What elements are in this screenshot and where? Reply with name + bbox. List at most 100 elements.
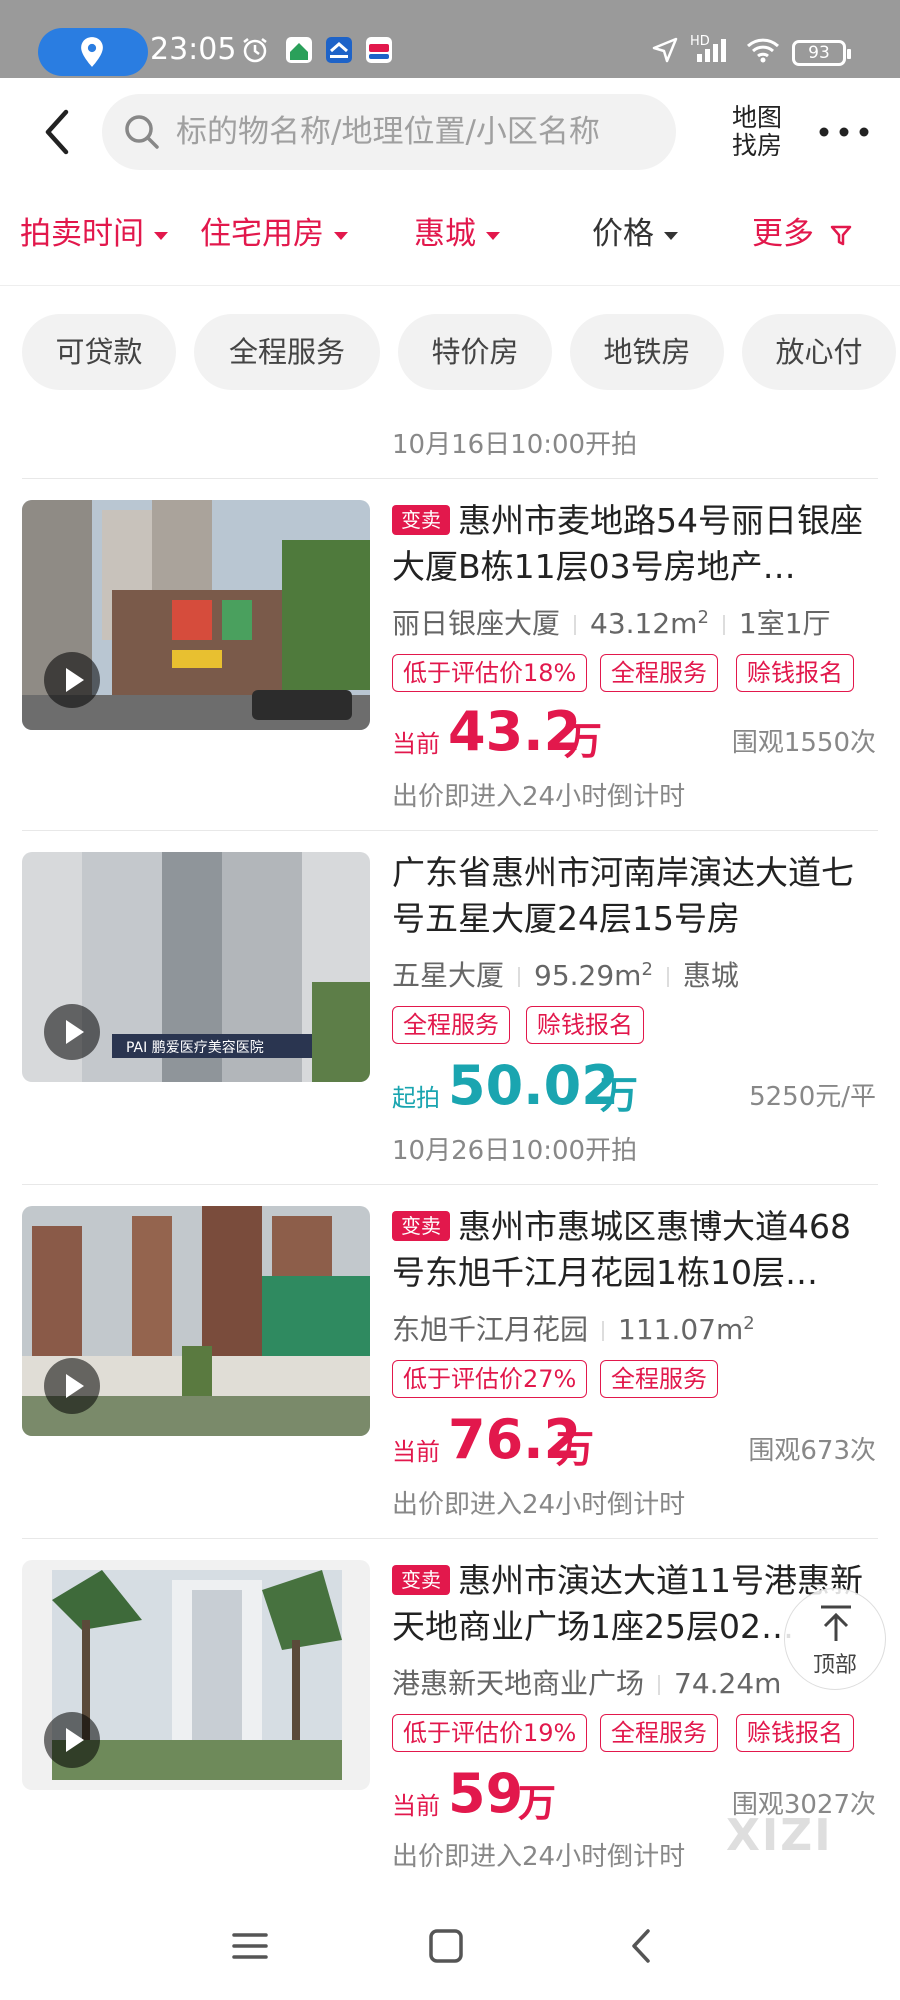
filter-label: 惠城 (414, 216, 476, 252)
play-video-icon[interactable] (44, 1358, 100, 1414)
community-name: 丽日银座大厦 (392, 607, 561, 640)
back-to-top-label: 顶部 (812, 1653, 857, 1678)
area-superscript: 2 (697, 607, 709, 628)
back-arrow-icon[interactable] (38, 104, 78, 160)
price-unit: 万 (518, 1781, 557, 1825)
badge-credit-signup: 赊钱报名 (736, 654, 854, 692)
current-price: 43.2 (448, 700, 582, 763)
chip-loanable[interactable]: 可贷款 (22, 314, 176, 390)
more-options-icon[interactable] (816, 122, 872, 142)
price-unit: 万 (600, 1073, 639, 1117)
community-name: 东旭千江月花园 (392, 1313, 589, 1346)
location-pin-icon (81, 37, 103, 67)
listing-title[interactable]: 变卖 惠州市麦地路54号丽日银座大厦B栋11层03号房地产… (392, 498, 872, 590)
home-icon[interactable] (426, 1926, 466, 1966)
back-to-top-button[interactable]: 顶部 (784, 1588, 886, 1690)
map-label-line2: 找房 (731, 131, 782, 160)
listing-title[interactable]: 广东省惠州市河南岸演达大道七号五星大厦24层15号房 (392, 850, 872, 942)
filter-price[interactable]: 价格 (592, 212, 678, 256)
countdown-note: 出价即进入24小时倒计时 (392, 782, 686, 812)
floor-area: 95.29m (534, 959, 642, 992)
map-label-line1: 地图 (731, 103, 782, 132)
play-video-icon[interactable] (44, 1004, 100, 1060)
search-bar[interactable] (102, 94, 676, 170)
listing-title-text: 惠州市惠城区惠博大道468号东旭千江月花园1栋10层… (392, 1207, 851, 1292)
district: 惠城 (682, 959, 739, 992)
listing-thumbnail[interactable] (22, 1560, 370, 1790)
meta-separator (666, 967, 669, 987)
system-navigation-bar (0, 1890, 900, 2000)
floor-area: 74.24m (674, 1667, 782, 1700)
community-name: 港惠新天地商业广场 (392, 1667, 645, 1700)
caret-down-icon (154, 231, 168, 240)
meta-separator (574, 615, 577, 635)
clearance-sale-tag: 变卖 (392, 505, 450, 535)
arrow-up-icon (821, 1605, 851, 1641)
meta-separator (602, 1321, 605, 1341)
unit-price: 5250元/平 (749, 1082, 876, 1112)
area-superscript: 2 (743, 1313, 755, 1334)
badge-full-service: 全程服务 (600, 1360, 718, 1398)
filter-label: 更多 (752, 216, 814, 252)
view-count: 围观673次 (748, 1436, 876, 1466)
meta-separator (518, 967, 521, 987)
badge-below-valuation: 低于评估价18% (392, 654, 588, 692)
price-label: 当前 (392, 730, 440, 758)
price-label: 起拍 (392, 1084, 440, 1112)
location-indicator[interactable] (38, 28, 148, 76)
signal-icon (697, 39, 726, 62)
play-video-icon[interactable] (44, 652, 100, 708)
caret-down-icon (486, 231, 500, 240)
app-icon-2 (326, 37, 352, 63)
room-layout: 1室1厅 (738, 607, 831, 640)
meta-separator (658, 1675, 661, 1695)
back-icon[interactable] (622, 1926, 662, 1966)
listing-meta: 港惠新天地商业广场 74.24m (392, 1662, 781, 1702)
listing-thumbnail[interactable] (22, 500, 370, 730)
price-label: 当前 (392, 1792, 440, 1820)
divider (22, 1184, 878, 1185)
badge-below-valuation: 低于评估价27% (392, 1360, 588, 1398)
starting-price: 50.02 (448, 1054, 619, 1117)
chip-full-service[interactable]: 全程服务 (194, 314, 380, 390)
filter-more[interactable]: 更多 (752, 212, 852, 256)
chip-secure-pay[interactable]: 放心付 (742, 314, 896, 390)
countdown-note: 出价即进入24小时倒计时 (392, 1842, 686, 1872)
listing-title-text: 惠州市麦地路54号丽日银座大厦B栋11层03号房地产… (392, 501, 863, 586)
caret-down-icon (664, 231, 678, 240)
listing-meta: 丽日银座大厦 43.12m2 1室1厅 (392, 602, 831, 642)
filter-property-type[interactable]: 住宅用房 (200, 212, 348, 256)
status-bar: 23:05 HD 93 (0, 0, 900, 78)
listing-thumbnail[interactable]: PAI 鹏爱医疗美容医院 (22, 852, 370, 1082)
listing-title-text: 广东省惠州市河南岸演达大道七号五星大厦24层15号房 (392, 853, 854, 938)
chip-metro[interactable]: 地铁房 (570, 314, 724, 390)
floor-area: 111.07m (618, 1313, 744, 1346)
storefront-sign: PAI 鹏爱医疗美容医院 (126, 1039, 264, 1056)
countdown-note: 出价即进入24小时倒计时 (392, 1490, 686, 1520)
filter-auction-time[interactable]: 拍卖时间 (20, 212, 168, 256)
search-icon (125, 115, 159, 149)
listing-thumbnail[interactable] (22, 1206, 370, 1436)
search-input[interactable] (176, 94, 656, 170)
price-unit: 万 (556, 1427, 595, 1471)
badge-credit-signup: 赊钱报名 (736, 1714, 854, 1752)
view-count: 围观1550次 (731, 728, 876, 758)
app-icon-3 (366, 37, 392, 63)
badge-full-service: 全程服务 (600, 654, 718, 692)
listing-title[interactable]: 变卖 惠州市惠城区惠博大道468号东旭千江月花园1栋10层… (392, 1204, 872, 1296)
chip-special-price[interactable]: 特价房 (398, 314, 552, 390)
menu-icon[interactable] (230, 1926, 270, 1966)
play-video-icon[interactable] (44, 1712, 100, 1768)
app-icon-1 (286, 37, 312, 63)
alarm-icon (243, 38, 267, 63)
current-price: 59 (448, 1762, 524, 1825)
map-search-button[interactable]: 地图 找房 (726, 104, 788, 160)
price-unit: 万 (564, 719, 603, 763)
listing-meta: 东旭千江月花园 111.07m2 (392, 1308, 755, 1348)
caret-down-icon (334, 231, 348, 240)
divider (22, 478, 878, 479)
filter-district[interactable]: 惠城 (414, 212, 500, 256)
filter-label: 住宅用房 (200, 216, 324, 252)
floor-area: 43.12m (590, 607, 698, 640)
badge-credit-signup: 赊钱报名 (526, 1006, 644, 1044)
